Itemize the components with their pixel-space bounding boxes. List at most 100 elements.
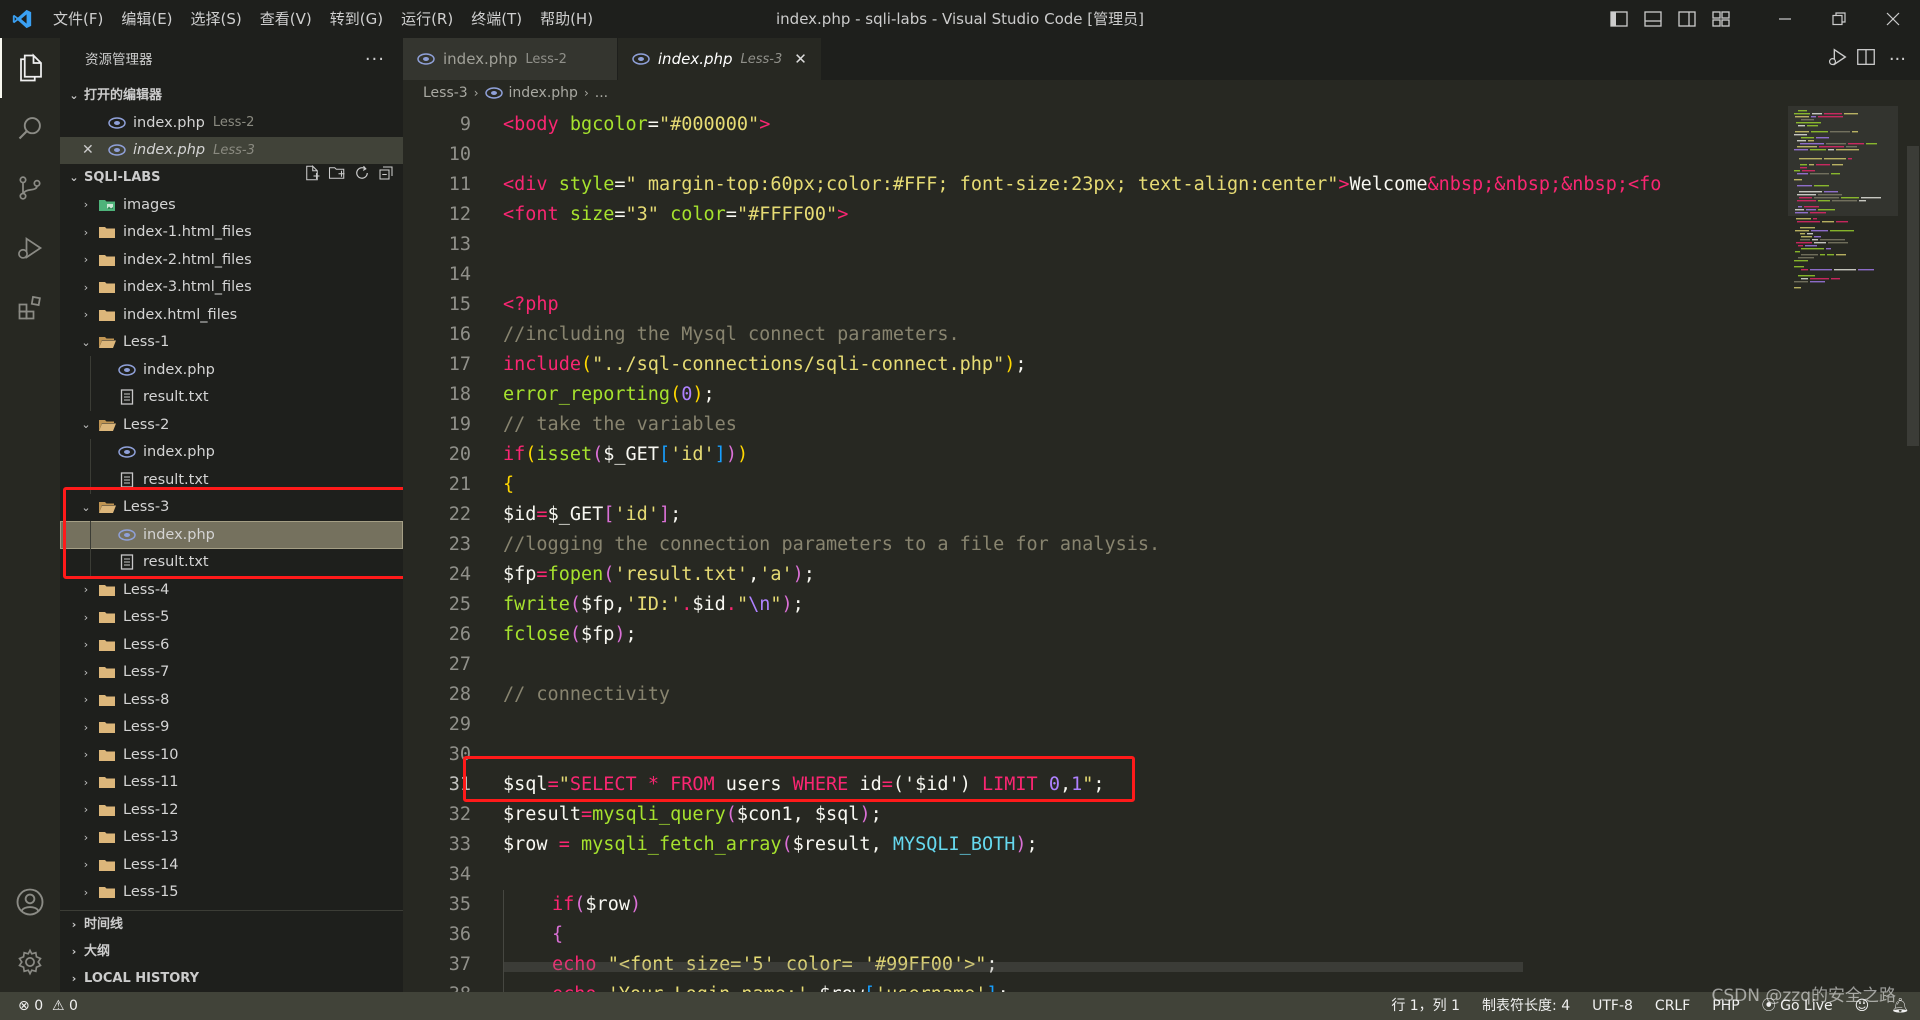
- tree-folder[interactable]: ⌄ Less-2: [60, 411, 403, 439]
- more-actions-icon[interactable]: ···: [365, 38, 385, 82]
- chevron-right-icon[interactable]: ›: [78, 226, 94, 239]
- code-line[interactable]: $sql="SELECT * FROM users WHERE id=('$id…: [503, 770, 1105, 800]
- menu-item[interactable]: 文件(F): [44, 0, 112, 38]
- collapsed-section-header[interactable]: › 时间线: [60, 911, 403, 938]
- breadcrumb-item[interactable]: Less-3: [423, 85, 468, 101]
- tree-folder[interactable]: › index.html_files: [60, 301, 403, 329]
- problems-indicator[interactable]: ⊗ 0 ⚠ 0: [18, 992, 78, 1020]
- tree-folder[interactable]: › Less-4: [60, 576, 403, 604]
- tree-folder[interactable]: › Less-13: [60, 824, 403, 852]
- open-editor-item[interactable]: index.php Less-2: [60, 109, 403, 137]
- code-line[interactable]: {: [503, 920, 563, 950]
- code-line[interactable]: //logging the connection parameters to a…: [503, 530, 1160, 560]
- close-icon[interactable]: ✕: [82, 142, 108, 158]
- editor-tab[interactable]: index.php Less-3 ✕: [617, 38, 821, 80]
- code-line[interactable]: fclose($fp);: [503, 620, 637, 650]
- search-icon[interactable]: [0, 98, 60, 158]
- customize-layout-icon[interactable]: [1704, 0, 1738, 38]
- chevron-right-icon[interactable]: ›: [78, 583, 94, 596]
- code-line[interactable]: $id=$_GET['id'];: [503, 500, 681, 530]
- breadcrumb-item[interactable]: ...: [595, 85, 608, 101]
- chevron-right-icon[interactable]: ›: [78, 693, 94, 706]
- tree-file[interactable]: index.php: [60, 521, 403, 549]
- chevron-right-icon[interactable]: ›: [78, 308, 94, 321]
- code-line[interactable]: <?php: [503, 290, 559, 320]
- tree-folder[interactable]: › Less-11: [60, 769, 403, 797]
- tree-file[interactable]: result.txt: [60, 548, 403, 576]
- split-editor-icon[interactable]: [1855, 46, 1877, 72]
- menu-item[interactable]: 查看(V): [251, 0, 321, 38]
- menu-item[interactable]: 编辑(E): [112, 0, 181, 38]
- new-file-icon[interactable]: [303, 164, 321, 192]
- chevron-down-icon[interactable]: ⌄: [78, 501, 94, 514]
- code-line[interactable]: {: [503, 470, 514, 500]
- tree-folder[interactable]: › Less-9: [60, 714, 403, 742]
- code-line[interactable]: // take the variables: [503, 410, 737, 440]
- tree-file[interactable]: index.php: [60, 438, 403, 466]
- code-line[interactable]: //including the Mysql connect parameters…: [503, 320, 960, 350]
- vertical-scrollbar[interactable]: [1906, 106, 1920, 992]
- source-control-icon[interactable]: [0, 158, 60, 218]
- chevron-right-icon[interactable]: ›: [78, 831, 94, 844]
- menu-item[interactable]: 运行(R): [392, 0, 462, 38]
- workspace-header[interactable]: ⌄ SQLI-LABS: [60, 164, 403, 191]
- code-line[interactable]: $result=mysqli_query($con1, $sql);: [503, 800, 882, 830]
- breadcrumb-item[interactable]: index.php: [509, 85, 578, 101]
- tree-folder[interactable]: › Less-14: [60, 851, 403, 879]
- close-window-button[interactable]: [1866, 0, 1920, 38]
- editor-tab[interactable]: index.php Less-2: [403, 38, 617, 80]
- tab-size[interactable]: 制表符长度: 4: [1471, 992, 1581, 1020]
- tree-file[interactable]: index.php: [60, 356, 403, 384]
- chevron-down-icon[interactable]: ⌄: [78, 418, 94, 431]
- minimize-button[interactable]: [1758, 0, 1812, 38]
- tree-folder[interactable]: › Less-6: [60, 631, 403, 659]
- code-lines[interactable]: <body bgcolor="#000000"> <div style=" mar…: [503, 106, 1773, 992]
- tree-folder[interactable]: › Less-10: [60, 741, 403, 769]
- code-line[interactable]: error_reporting(0);: [503, 380, 715, 410]
- code-line[interactable]: <body bgcolor="#000000">: [503, 110, 770, 140]
- collapsed-section-header[interactable]: › LOCAL HISTORY: [60, 965, 403, 992]
- chevron-right-icon[interactable]: ›: [78, 776, 94, 789]
- tree-folder[interactable]: › Less-8: [60, 686, 403, 714]
- menu-item[interactable]: 终端(T): [462, 0, 531, 38]
- chevron-right-icon[interactable]: ›: [78, 886, 94, 899]
- manage-gear-icon[interactable]: [0, 932, 60, 992]
- toggle-panel-icon[interactable]: [1636, 0, 1670, 38]
- tree-folder[interactable]: › index-1.html_files: [60, 219, 403, 247]
- menu-item[interactable]: 选择(S): [182, 0, 251, 38]
- code-line[interactable]: <font size="3" color="#FFFF00">: [503, 200, 848, 230]
- tree-folder[interactable]: ⌄ Less-1: [60, 329, 403, 357]
- accounts-icon[interactable]: [0, 872, 60, 932]
- tree-folder[interactable]: › Less-12: [60, 796, 403, 824]
- tree-file[interactable]: result.txt: [60, 466, 403, 494]
- close-icon[interactable]: ✕: [794, 50, 807, 68]
- run-debug-icon[interactable]: [0, 218, 60, 278]
- tree-file[interactable]: result.txt: [60, 383, 403, 411]
- toggle-secondary-sidebar-icon[interactable]: [1670, 0, 1704, 38]
- chevron-right-icon[interactable]: ›: [78, 721, 94, 734]
- open-editor-item[interactable]: ✕ index.php Less-3: [60, 136, 403, 164]
- tree-folder[interactable]: › index-3.html_files: [60, 274, 403, 302]
- restore-button[interactable]: [1812, 0, 1866, 38]
- collapsed-section-header[interactable]: › 大纲: [60, 938, 403, 965]
- code-line[interactable]: <div style=" margin-top:60px;color:#FFF;…: [503, 170, 1661, 200]
- cursor-position[interactable]: 行 1，列 1: [1380, 992, 1471, 1020]
- chevron-right-icon[interactable]: ›: [78, 281, 94, 294]
- chevron-right-icon[interactable]: ›: [78, 858, 94, 871]
- new-folder-icon[interactable]: [327, 164, 347, 192]
- code-editor[interactable]: 9 10 11 12 13 14 15 16 17 18 19 20 21 22 23 24 25 26 27 28 2…: [403, 106, 1920, 992]
- menu-item[interactable]: 转到(G): [321, 0, 392, 38]
- chevron-right-icon[interactable]: ›: [78, 803, 94, 816]
- eol[interactable]: CRLF: [1644, 992, 1701, 1020]
- toggle-primary-sidebar-icon[interactable]: [1602, 0, 1636, 38]
- chevron-right-icon[interactable]: ›: [78, 198, 94, 211]
- open-editors-header[interactable]: ⌄ 打开的编辑器: [60, 82, 403, 109]
- menu-item[interactable]: 帮助(H): [531, 0, 602, 38]
- code-line[interactable]: $fp=fopen('result.txt','a');: [503, 560, 815, 590]
- chevron-down-icon[interactable]: ⌄: [78, 336, 94, 349]
- code-line[interactable]: $row = mysqli_fetch_array($result, MYSQL…: [503, 830, 1038, 860]
- tree-folder[interactable]: › images: [60, 191, 403, 219]
- tree-folder[interactable]: › Less-7: [60, 659, 403, 687]
- run-code-icon[interactable]: [1827, 46, 1849, 72]
- explorer-icon[interactable]: [0, 38, 60, 98]
